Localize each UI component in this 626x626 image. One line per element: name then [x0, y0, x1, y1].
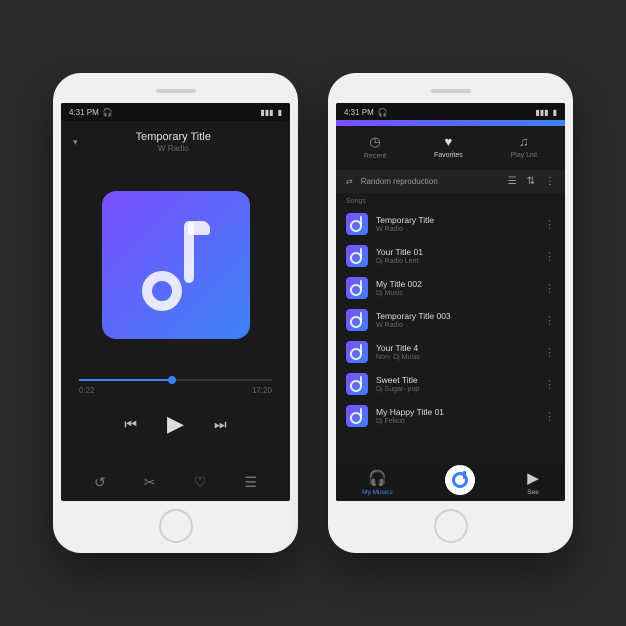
headphone-icon: 🎧: [103, 108, 113, 117]
status-bar: 4:31 PM 🎧 ▮▮▮ ▮: [336, 103, 565, 121]
song-more-icon[interactable]: ⋮: [544, 410, 555, 423]
player-screen: 4:31 PM 🎧 ▮▮▮ ▮ ▾ Temporary Title W Radi…: [61, 103, 290, 501]
phone-speaker: [431, 89, 471, 93]
song-thumb: [346, 309, 368, 331]
music-note-icon: [452, 472, 468, 488]
songs-section-label: Songs: [336, 193, 565, 208]
song-more-icon[interactable]: ⋮: [544, 346, 555, 359]
song-more-icon[interactable]: ⋮: [544, 218, 555, 231]
shuffle-row[interactable]: ⇄ Random reproduction ☰ ⇅ ⋮: [336, 170, 565, 193]
video-icon: ▶: [527, 469, 539, 487]
song-more-icon[interactable]: ⋮: [544, 314, 555, 327]
list-item[interactable]: Your Title 4Non- Dj Music⋮: [336, 336, 565, 368]
signal-icon: ▮▮▮: [535, 108, 548, 117]
player-bottom-bar: ↺ ✂ ♡ ☰: [61, 466, 290, 501]
player-header: ▾ Temporary Title W Radio: [61, 121, 290, 163]
progress-knob[interactable]: [168, 376, 176, 384]
playback-controls: ⏮ ▶ ⏭: [61, 411, 290, 437]
song-thumb: [346, 277, 368, 299]
song-more-icon[interactable]: ⋮: [544, 250, 555, 263]
list-view-icon[interactable]: ☰: [508, 176, 517, 187]
nav-see[interactable]: ▶ See: [527, 469, 539, 496]
next-button[interactable]: ⏭: [214, 416, 227, 433]
playlist-screen: 4:31 PM 🎧 ▮▮▮ ▮ ◷ Recent ♥ Favorites ♫ P…: [336, 103, 565, 501]
song-thumb: [346, 405, 368, 427]
tab-playlist[interactable]: ♫ Play List: [511, 134, 537, 160]
shuffle-label: Random reproduction: [361, 177, 438, 186]
shuffle-icon: ⇄: [346, 177, 353, 186]
time-elapsed: 0:22: [79, 386, 95, 395]
headphones-icon: 🎧: [362, 469, 393, 487]
song-list: Temporary TitleW Radio⋮ Your Title 01Dj …: [336, 208, 565, 462]
home-button[interactable]: [434, 509, 468, 543]
now-playing-subtitle: W Radio: [88, 144, 259, 153]
list-item[interactable]: Your Title 01Dj Radio Lent⋮: [336, 240, 565, 272]
status-time: 4:31 PM: [344, 108, 374, 117]
trim-icon[interactable]: ✂: [144, 474, 156, 491]
battery-icon: ▮: [278, 108, 282, 117]
previous-button[interactable]: ⏮: [124, 416, 137, 433]
favorite-icon[interactable]: ♡: [194, 474, 207, 491]
time-total: 17:20: [252, 386, 272, 395]
status-time: 4:31 PM: [69, 108, 99, 117]
repeat-icon[interactable]: ↺: [94, 474, 106, 491]
song-thumb: [346, 213, 368, 235]
song-thumb: [346, 341, 368, 363]
progress-slider[interactable]: [79, 379, 272, 381]
list-item[interactable]: Sweet TitleDj Sugar- pop⋮: [336, 368, 565, 400]
phone-speaker: [156, 89, 196, 93]
phone-playlist: 4:31 PM 🎧 ▮▮▮ ▮ ◷ Recent ♥ Favorites ♫ P…: [328, 73, 573, 553]
song-more-icon[interactable]: ⋮: [544, 378, 555, 391]
menu-icon[interactable]: ☰: [244, 474, 257, 491]
phone-player: 4:31 PM 🎧 ▮▮▮ ▮ ▾ Temporary Title W Radi…: [53, 73, 298, 553]
nav-center-button[interactable]: [445, 465, 475, 495]
headphone-icon: 🎧: [378, 108, 388, 117]
sort-icon[interactable]: ⇅: [527, 176, 535, 187]
top-tabs: ◷ Recent ♥ Favorites ♫ Play List: [336, 126, 565, 170]
song-thumb: [346, 373, 368, 395]
play-button[interactable]: ▶: [167, 411, 184, 437]
album-artwork[interactable]: [102, 191, 250, 339]
tab-recent[interactable]: ◷ Recent: [364, 134, 386, 160]
bottom-nav: 🎧 My Musics ▶ See: [336, 462, 565, 501]
signal-icon: ▮▮▮: [260, 108, 273, 117]
nav-my-music[interactable]: 🎧 My Musics: [362, 469, 393, 496]
clock-icon: ◷: [364, 134, 386, 150]
collapse-icon[interactable]: ▾: [73, 137, 78, 148]
list-item[interactable]: My Happy Title 01Dj Felicio⋮: [336, 400, 565, 432]
status-bar: 4:31 PM 🎧 ▮▮▮ ▮: [61, 103, 290, 121]
now-playing-title: Temporary Title: [88, 131, 259, 143]
song-more-icon[interactable]: ⋮: [544, 282, 555, 295]
list-item[interactable]: My Title 002Dj Music⋮: [336, 272, 565, 304]
list-item[interactable]: Temporary TitleW Radio⋮: [336, 208, 565, 240]
playlist-icon: ♫: [511, 134, 537, 149]
more-icon[interactable]: ⋮: [545, 176, 555, 187]
battery-icon: ▮: [553, 108, 557, 117]
home-button[interactable]: [159, 509, 193, 543]
tab-favorites[interactable]: ♥ Favorites: [434, 134, 463, 160]
song-thumb: [346, 245, 368, 267]
list-item[interactable]: Temporary Title 003W Radio⋮: [336, 304, 565, 336]
heart-icon: ♥: [434, 134, 463, 149]
